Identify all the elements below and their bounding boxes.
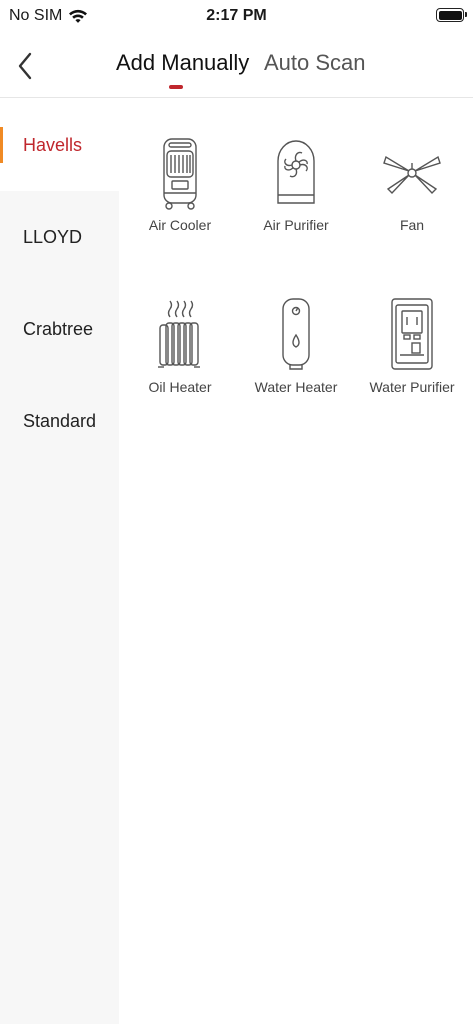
air-cooler-icon bbox=[150, 133, 210, 213]
sidebar-item-havells[interactable]: Havells bbox=[0, 99, 119, 191]
sidebar-item-lloyd[interactable]: LLOYD bbox=[0, 191, 119, 283]
device-label: Air Purifier bbox=[263, 217, 329, 233]
sidebar-item-label: Standard bbox=[23, 410, 97, 431]
battery-icon bbox=[436, 8, 467, 22]
device-label: Water Purifier bbox=[369, 379, 455, 395]
sidebar-item-label: Havells bbox=[23, 134, 83, 155]
water-purifier-icon bbox=[382, 295, 442, 375]
oil-heater-icon bbox=[150, 295, 210, 375]
chevron-left-icon bbox=[18, 52, 32, 80]
device-water-heater[interactable]: Water Heater bbox=[237, 265, 355, 405]
nav-bar: Add Manually Auto Scan bbox=[0, 34, 473, 98]
brand-sidebar: Havells LLOYD Crabtree Standard bbox=[0, 99, 119, 1024]
device-water-purifier[interactable]: Water Purifier bbox=[353, 265, 471, 405]
device-oil-heater[interactable]: Oil Heater bbox=[121, 265, 239, 405]
water-heater-icon bbox=[266, 295, 326, 375]
tab-active-indicator bbox=[169, 85, 183, 89]
device-fan[interactable]: Fan bbox=[353, 103, 471, 243]
tab-add-manually[interactable]: Add Manually bbox=[116, 50, 249, 76]
device-air-purifier[interactable]: Air Purifier bbox=[237, 103, 355, 243]
status-bar: No SIM 2:17 PM bbox=[0, 0, 473, 34]
sidebar-item-label: LLOYD bbox=[23, 226, 83, 247]
device-label: Water Heater bbox=[254, 379, 338, 395]
device-label: Oil Heater bbox=[148, 379, 212, 395]
ceiling-fan-icon bbox=[382, 133, 442, 213]
tab-auto-scan[interactable]: Auto Scan bbox=[264, 50, 366, 76]
device-label: Fan bbox=[399, 217, 425, 233]
device-air-cooler[interactable]: Air Cooler bbox=[121, 103, 239, 243]
back-button[interactable] bbox=[10, 48, 40, 84]
status-time: 2:17 PM bbox=[206, 7, 267, 24]
device-label: Air Cooler bbox=[148, 217, 212, 233]
air-purifier-icon bbox=[266, 133, 326, 213]
sidebar-item-crabtree[interactable]: Crabtree bbox=[0, 283, 119, 375]
sidebar-item-label: Crabtree bbox=[23, 318, 94, 339]
sidebar-item-standard[interactable]: Standard bbox=[0, 375, 119, 467]
active-brand-indicator bbox=[0, 127, 3, 163]
